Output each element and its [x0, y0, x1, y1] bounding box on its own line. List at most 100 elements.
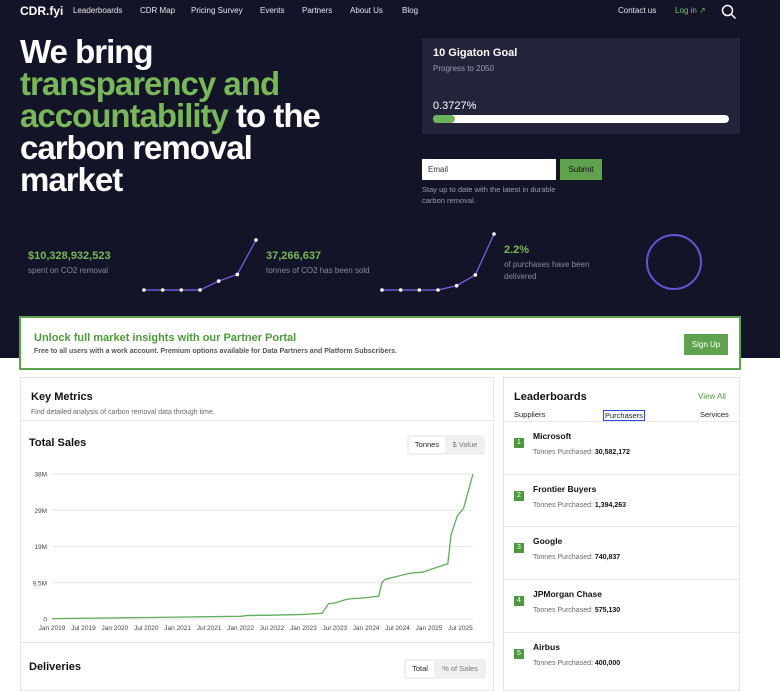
headline-line: market	[20, 161, 123, 198]
sparkline-point	[398, 288, 403, 292]
sparkline-point	[179, 288, 184, 292]
tab-suppliers[interactable]: Suppliers	[514, 410, 545, 419]
purchase-detail: Tonnes Purchased: 575,130	[533, 607, 620, 614]
deliveries-title: Deliveries	[29, 661, 81, 673]
goal-percent: 0.3727%	[433, 100, 477, 112]
y-tick-label: 38M	[34, 472, 47, 479]
sparkline-point	[380, 288, 384, 292]
stat-delivered-label: of purchases have been delivered	[504, 260, 590, 281]
nav-partners[interactable]: Partners	[302, 6, 332, 15]
key-metrics-subtitle: Find detailed analysis of carbon removal…	[31, 409, 215, 416]
x-tick-label: Jan 2021	[164, 625, 191, 632]
purchase-detail: Tonnes Purchased: 30,582,172	[533, 449, 630, 456]
leaderboard-row[interactable]: 2 Frontier Buyers Tonnes Purchased: 1,39…	[504, 474, 739, 527]
headline-line: We bring	[20, 33, 154, 70]
sparkline-path	[382, 233, 495, 291]
nav-pricing-survey[interactable]: Pricing Survey	[191, 6, 243, 15]
headline-line: accountability to the	[20, 99, 390, 132]
rank-badge: 2	[514, 491, 524, 501]
sign-up-button[interactable]: Sign Up	[684, 334, 728, 355]
nav-events[interactable]: Events	[260, 6, 284, 15]
stat-tonnes-value: 37,266,637	[266, 250, 322, 262]
sparkline-point	[454, 283, 459, 288]
goal-title: 10 Gigaton Goal	[433, 47, 518, 59]
stat-tonnes-label: tonnes of CO2 has been sold	[266, 266, 370, 275]
total-sales-chart: 0 9.5M 19M 29M 38M Jan 2019 Jul 2019 Jan 2020 Ju…	[33, 472, 474, 632]
sales-toggle: Tonnes $ Value	[407, 435, 485, 455]
sparkline-point	[216, 279, 221, 283]
nav-leaderboards[interactable]: Leaderboards	[73, 6, 122, 15]
headline-line: transparency and	[20, 65, 280, 102]
sparkline-point	[198, 288, 202, 292]
rank-badge: 4	[514, 596, 524, 606]
x-tick-label: Jul 2019	[71, 625, 96, 632]
logo[interactable]: CDR.fyi	[20, 4, 63, 18]
nav-cdr-map[interactable]: CDR Map	[140, 6, 175, 15]
leaderboard-row[interactable]: 1 Microsoft Tonnes Purchased: 30,582,172	[504, 421, 739, 474]
detail-label: Tonnes Purchased:	[533, 554, 593, 561]
search-icon[interactable]	[721, 4, 737, 20]
x-tick-label: Jul 2024	[385, 625, 410, 632]
purchaser-name: JPMorgan Chase	[533, 589, 602, 599]
tonnes-value: 400,000	[594, 660, 621, 667]
goal-subtitle: Progress to 2050	[433, 64, 494, 73]
x-tick-label: Jan 2025	[416, 625, 443, 632]
rank-badge: 1	[514, 438, 524, 448]
sparkline-point	[473, 273, 478, 277]
sparkline-point	[436, 288, 440, 292]
sparkline-point	[142, 288, 146, 292]
tonnes-value: 740,837	[594, 554, 621, 561]
deliveries-toggle: Total % of Sales	[404, 659, 486, 679]
detail-label: Tonnes Purchased:	[533, 449, 593, 456]
nav-blog[interactable]: Blog	[402, 6, 418, 15]
y-tick-label: 19M	[34, 544, 47, 551]
sparkline-path	[144, 239, 257, 291]
nav-login[interactable]: Log in ↗	[675, 6, 706, 15]
leaderboard-row[interactable]: 5 Airbus Tonnes Purchased: 400,000	[504, 632, 739, 685]
purchase-detail: Tonnes Purchased: 1,394,263	[533, 502, 626, 509]
tab-purchasers[interactable]: Purchasers	[603, 410, 645, 421]
x-tick-label: Jul 2020	[134, 625, 159, 632]
headline-line: carbon removal	[20, 129, 253, 166]
x-tick-label: Jul 2021	[197, 625, 222, 632]
sparkline-point	[417, 288, 422, 292]
tab-services[interactable]: Services	[700, 410, 729, 419]
tonnes-value: 1,394,263	[594, 502, 627, 509]
purchaser-name: Airbus	[533, 642, 560, 652]
y-tick-label: 0	[43, 617, 47, 624]
detail-label: Tonnes Purchased:	[533, 607, 593, 614]
toggle-tonnes[interactable]: Tonnes	[409, 437, 445, 453]
detail-label: Tonnes Purchased:	[533, 502, 593, 509]
stat-spent-label: spent on CO2 removal	[28, 266, 109, 275]
email-field[interactable]	[422, 159, 556, 180]
partner-banner: Unlock full market insights with our Par…	[19, 316, 741, 370]
x-tick-label: Jan 2024	[353, 625, 380, 632]
purchaser-name: Google	[533, 536, 563, 546]
goal-progress-fill	[433, 115, 456, 123]
toggle-total[interactable]: Total	[406, 661, 434, 677]
divider	[21, 642, 493, 643]
key-metrics-title: Key Metrics	[31, 391, 93, 403]
view-all-link[interactable]: View All	[698, 392, 726, 401]
goal-card: 10 Gigaton Goal Progress to 2050 0.3727%	[422, 38, 740, 134]
top-nav: CDR.fyi Leaderboards CDR Map Pricing Sur…	[0, 0, 780, 24]
leaderboards-card: Leaderboards View All Suppliers Purchase…	[503, 377, 740, 691]
stat-delivered-value: 2.2%	[504, 244, 530, 256]
y-tick-label: 9.5M	[33, 580, 47, 587]
toggle-value[interactable]: $ Value	[447, 437, 483, 453]
toggle-percent-sales[interactable]: % of Sales	[436, 661, 484, 677]
submit-button[interactable]: Submit	[560, 159, 602, 180]
nav-contact[interactable]: Contact us	[618, 6, 656, 15]
sparkline-point	[254, 238, 258, 242]
nav-about-us[interactable]: About Us	[350, 6, 383, 15]
sparkline-point	[235, 272, 240, 277]
detail-label: Tonnes Purchased:	[533, 660, 593, 667]
x-tick-label: Jan 2020	[101, 625, 128, 632]
leaderboard-row[interactable]: 4 JPMorgan Chase Tonnes Purchased: 575,1…	[504, 579, 739, 632]
leaderboard-row[interactable]: 3 Google Tonnes Purchased: 740,837	[504, 526, 739, 579]
x-tick-label: Jul 2025	[448, 625, 473, 632]
sparkline-point	[492, 232, 496, 236]
newsletter-note: Stay up to date with the latest in durab…	[422, 185, 556, 205]
x-tick-label: Jul 2023	[322, 625, 347, 632]
hero-section: CDR.fyi Leaderboards CDR Map Pricing Sur…	[0, 0, 780, 358]
